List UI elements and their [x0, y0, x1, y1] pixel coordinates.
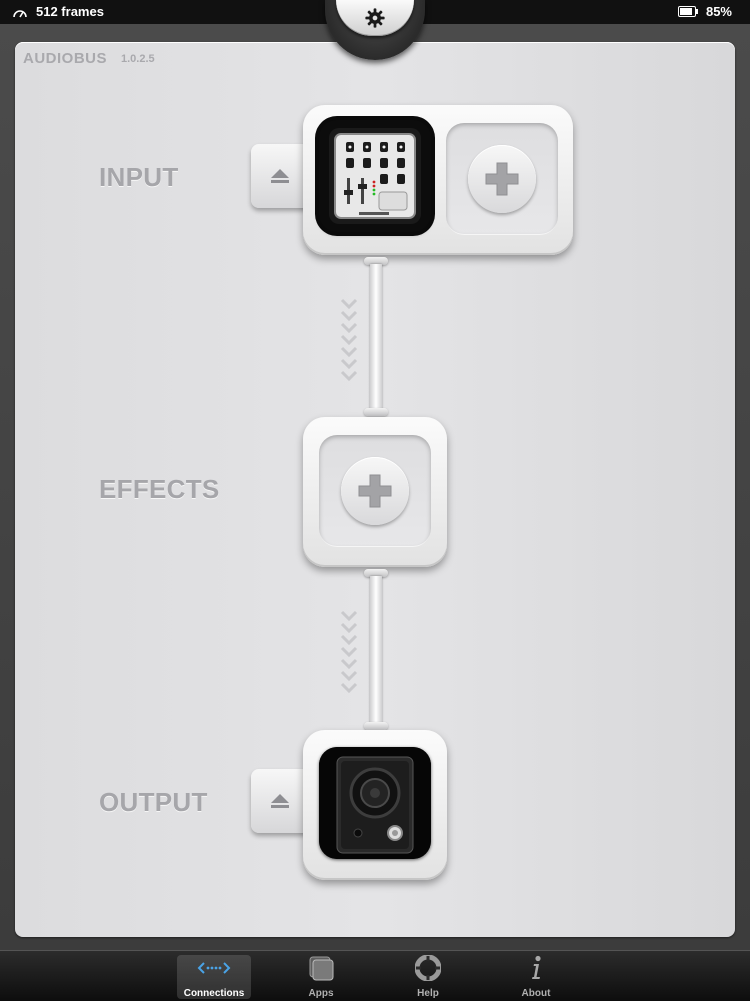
- tab-connections-label: Connections: [183, 988, 245, 999]
- info-icon: [532, 955, 541, 979]
- output-eject-button[interactable]: [251, 769, 309, 833]
- input-eject-button[interactable]: [251, 144, 309, 208]
- input-label: INPUT: [99, 162, 179, 192]
- plus-icon: [485, 162, 519, 196]
- tab-apps-label: Apps: [308, 988, 334, 999]
- tab-about[interactable]: About: [499, 955, 573, 999]
- effects-add-button[interactable]: [341, 457, 409, 525]
- gauge-icon: [13, 9, 27, 17]
- input-effects-cable: [370, 264, 382, 412]
- tab-connections[interactable]: Connections: [177, 955, 251, 999]
- flow-direction-icon: [340, 298, 358, 382]
- apps-icon: [309, 956, 334, 981]
- output-slot-housing: [303, 730, 447, 880]
- plus-icon: [358, 474, 392, 508]
- frames-readout: 512 frames: [36, 4, 104, 19]
- effects-output-cable: [370, 576, 382, 726]
- battery-icon: [677, 6, 698, 17]
- output-label: OUTPUT: [99, 787, 208, 817]
- cable-connector-bottom: [364, 722, 388, 730]
- input-slot-housing: [303, 105, 573, 255]
- input-add-button[interactable]: [468, 145, 536, 213]
- effects-slot-housing: [303, 417, 447, 567]
- drum-machine-app-icon: [329, 128, 421, 224]
- connections-panel: AUDIOBUS 1.0.2.5 INPUT EFFECTS OUTPUT: [15, 42, 735, 937]
- connections-icon: [197, 962, 231, 974]
- input-add-slot: [446, 123, 558, 235]
- speaker-app-icon: [319, 747, 431, 859]
- output-app-button[interactable]: [319, 747, 431, 859]
- cable-connector-bottom: [364, 408, 388, 416]
- effects-add-slot: [319, 435, 431, 547]
- tab-help-label: Help: [417, 988, 439, 999]
- lifebuoy-icon: [415, 955, 441, 981]
- app-version: 1.0.2.5: [121, 53, 155, 65]
- tab-bar: Connections Apps Help About: [0, 950, 750, 1001]
- battery-percent: 85%: [705, 4, 732, 19]
- eject-icon: [271, 794, 289, 808]
- tab-help[interactable]: Help: [391, 955, 465, 999]
- eject-icon: [271, 169, 289, 183]
- app-title: AUDIOBUS: [23, 50, 108, 67]
- input-app-button[interactable]: [319, 120, 431, 232]
- flow-direction-icon: [340, 610, 358, 694]
- effects-label: EFFECTS: [99, 474, 220, 504]
- tab-about-label: About: [521, 988, 551, 999]
- gear-icon: [365, 8, 385, 28]
- tab-apps[interactable]: Apps: [284, 955, 358, 999]
